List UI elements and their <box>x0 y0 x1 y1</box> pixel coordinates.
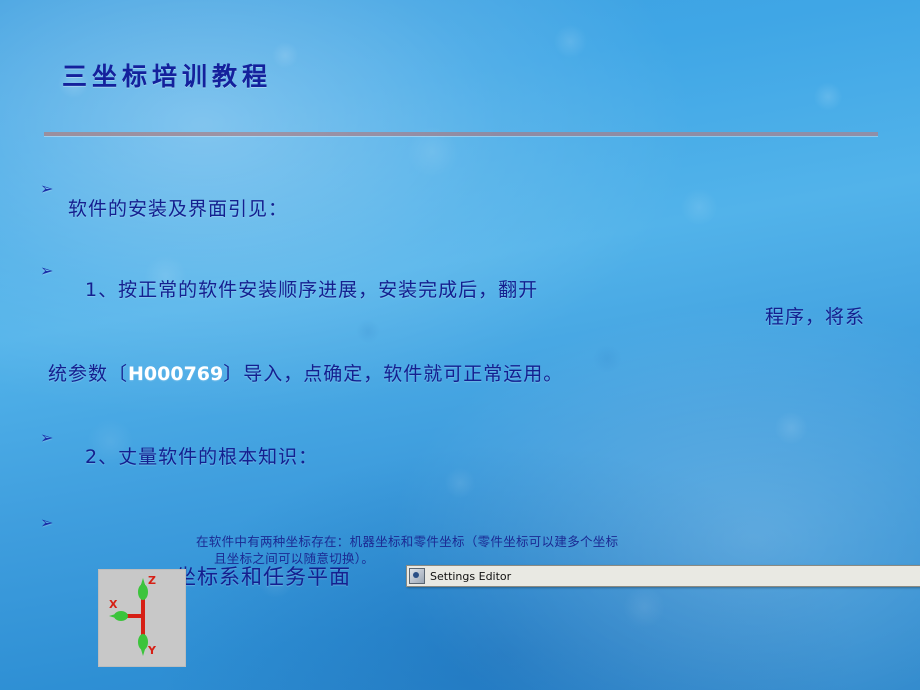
settings-editor-tooltip: Settings Editor <box>406 565 920 587</box>
bullet-text-2-line2: 统参数〔H000769〕导入，点确定，软件就可正常运用。 <box>48 359 920 386</box>
coordinate-axes-icon: X Y Z <box>109 574 157 657</box>
svg-text:Z: Z <box>148 574 156 587</box>
bullet-text-3: 2、丈量软件的根本知识： <box>85 446 319 468</box>
coordinate-axes-image: X Y Z <box>98 569 186 667</box>
bullet-text-2-line1a: 1、按正常的软件安装顺序进展，安装完成后，翻开 <box>85 279 539 301</box>
coordinate-note-line1: 在软件中有两种坐标存在：机器坐标和零件坐标（零件坐标可以建多个坐标 <box>196 534 619 549</box>
svg-text:X: X <box>109 598 118 611</box>
settings-editor-label: Settings Editor <box>430 569 512 583</box>
bullet-text-2-post: 〕导入，点确定，软件就可正常运用。 <box>223 363 564 385</box>
title-divider <box>44 132 878 136</box>
page-title: 三坐标培训教程 <box>62 62 273 91</box>
svg-text:Y: Y <box>147 644 157 657</box>
settings-editor-icon <box>409 568 425 584</box>
bullet-text-2-line1b: 程序，将系 <box>765 306 866 328</box>
bullet-text-1: 软件的安装及界面引见： <box>68 198 289 220</box>
bullet-text-2-pre: 统参数〔 <box>48 363 129 385</box>
system-parameter-number: H000769 <box>128 363 224 385</box>
bullet-marker-4: ➢ <box>40 513 54 532</box>
presentation-slide: 三坐标培训教程 ➢ 软件的安装及界面引见： ➢ 1、按正常的软件安装顺序进展，安… <box>0 0 920 690</box>
